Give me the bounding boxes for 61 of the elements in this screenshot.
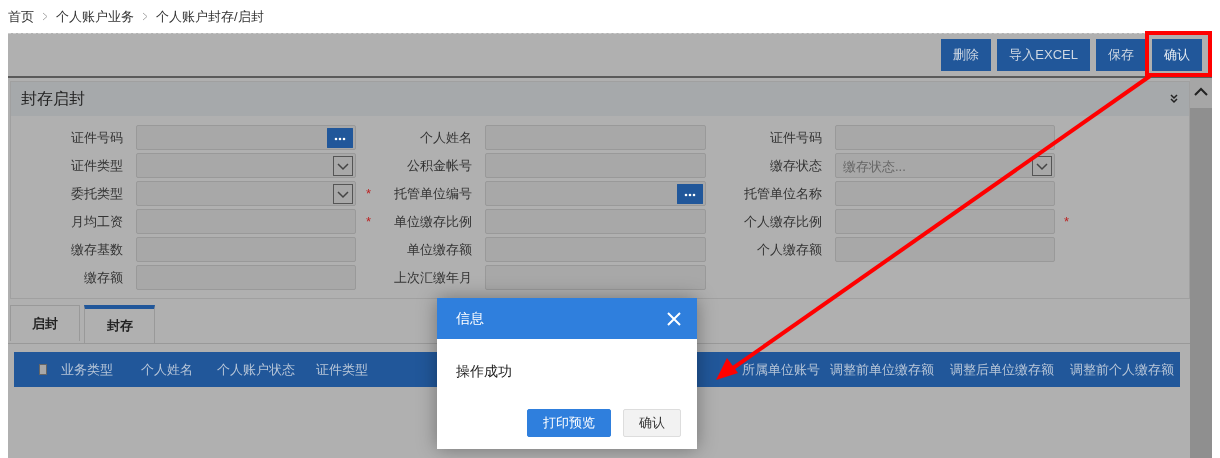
dropdown-field[interactable] [136,181,356,206]
column-header: 证件类型 [316,360,369,379]
checkbox[interactable] [39,364,47,375]
dialog-message: 操作成功 [455,362,513,381]
input-field[interactable] [485,265,706,290]
panel-title: 封存启封 [21,88,85,109]
toolbar-button[interactable]: 确认 [1152,39,1202,71]
ellipsis-icon[interactable] [677,183,703,204]
field-label: 个人缴存额 [757,240,822,259]
tab[interactable]: 启封 [10,305,80,341]
field-label: 单位缴存额 [407,240,472,259]
field-label: 个人缴存比例 [744,212,822,231]
required-mark: * [1064,214,1070,229]
toolbar-button[interactable]: 导入EXCEL [997,39,1090,71]
close-icon[interactable] [667,311,681,326]
dialog-button[interactable]: 确认 [623,409,681,437]
field-label: 缴存状态 [770,156,822,175]
column-header: 调整后单位缴存额 [950,360,1055,379]
column-header: 个人账户状态 [217,360,296,379]
tab[interactable]: 封存 [84,305,155,343]
column-header: 调整前单位缴存额 [830,360,935,379]
field-label: 缴存基数 [71,240,123,259]
input-field[interactable] [835,237,1055,262]
field-label: 托管单位名称 [744,184,822,203]
chevron-down-icon[interactable] [333,183,353,204]
required-mark: * [366,186,372,201]
required-mark: * [366,214,372,229]
field-label: 缴存额 [84,268,123,287]
dialog-button[interactable]: 打印预览 [527,409,611,437]
chevron-down-icon[interactable] [333,155,353,176]
column-header: 所属单位账号 [742,360,821,379]
field-label: 月均工资 [71,212,123,231]
chevron-down-icon[interactable] [1032,155,1052,176]
field-label: 证件类型 [71,156,123,175]
breadcrumb-link[interactable]: 个人账户业务 [56,7,134,26]
input-field[interactable] [136,125,356,150]
toolbar-button[interactable]: 删除 [941,39,992,71]
field-label: 证件号码 [770,128,822,147]
toolbar-button[interactable]: 保存 [1096,39,1146,71]
dropdown-field[interactable] [136,153,356,178]
field-label: 证件号码 [71,128,123,147]
field-label: 托管单位编号 [394,184,472,203]
dialog-title: 信息 [456,309,484,328]
chevron-right-icon [42,12,48,21]
input-field[interactable] [835,209,1055,234]
highlight-frame [1145,31,1212,77]
field-label: 单位缴存比例 [394,212,472,231]
breadcrumb-link[interactable]: 首页 [8,7,34,26]
input-field[interactable] [835,181,1055,206]
ellipsis-icon[interactable] [327,127,353,148]
column-header: 业务类型 [61,360,114,379]
field-label: 个人姓名 [420,128,472,147]
double-chevron-icon[interactable] [1169,94,1179,104]
chevron-right-icon [142,12,148,21]
input-field[interactable] [835,125,1055,150]
column-header: 调整前个人缴存额 [1070,360,1175,379]
field-label: 公积金帐号 [407,156,472,175]
field-label: 委托类型 [71,184,123,203]
field-label: 上次汇缴年月 [394,268,472,287]
input-field[interactable] [485,181,706,206]
column-header: 个人姓名 [141,360,194,379]
